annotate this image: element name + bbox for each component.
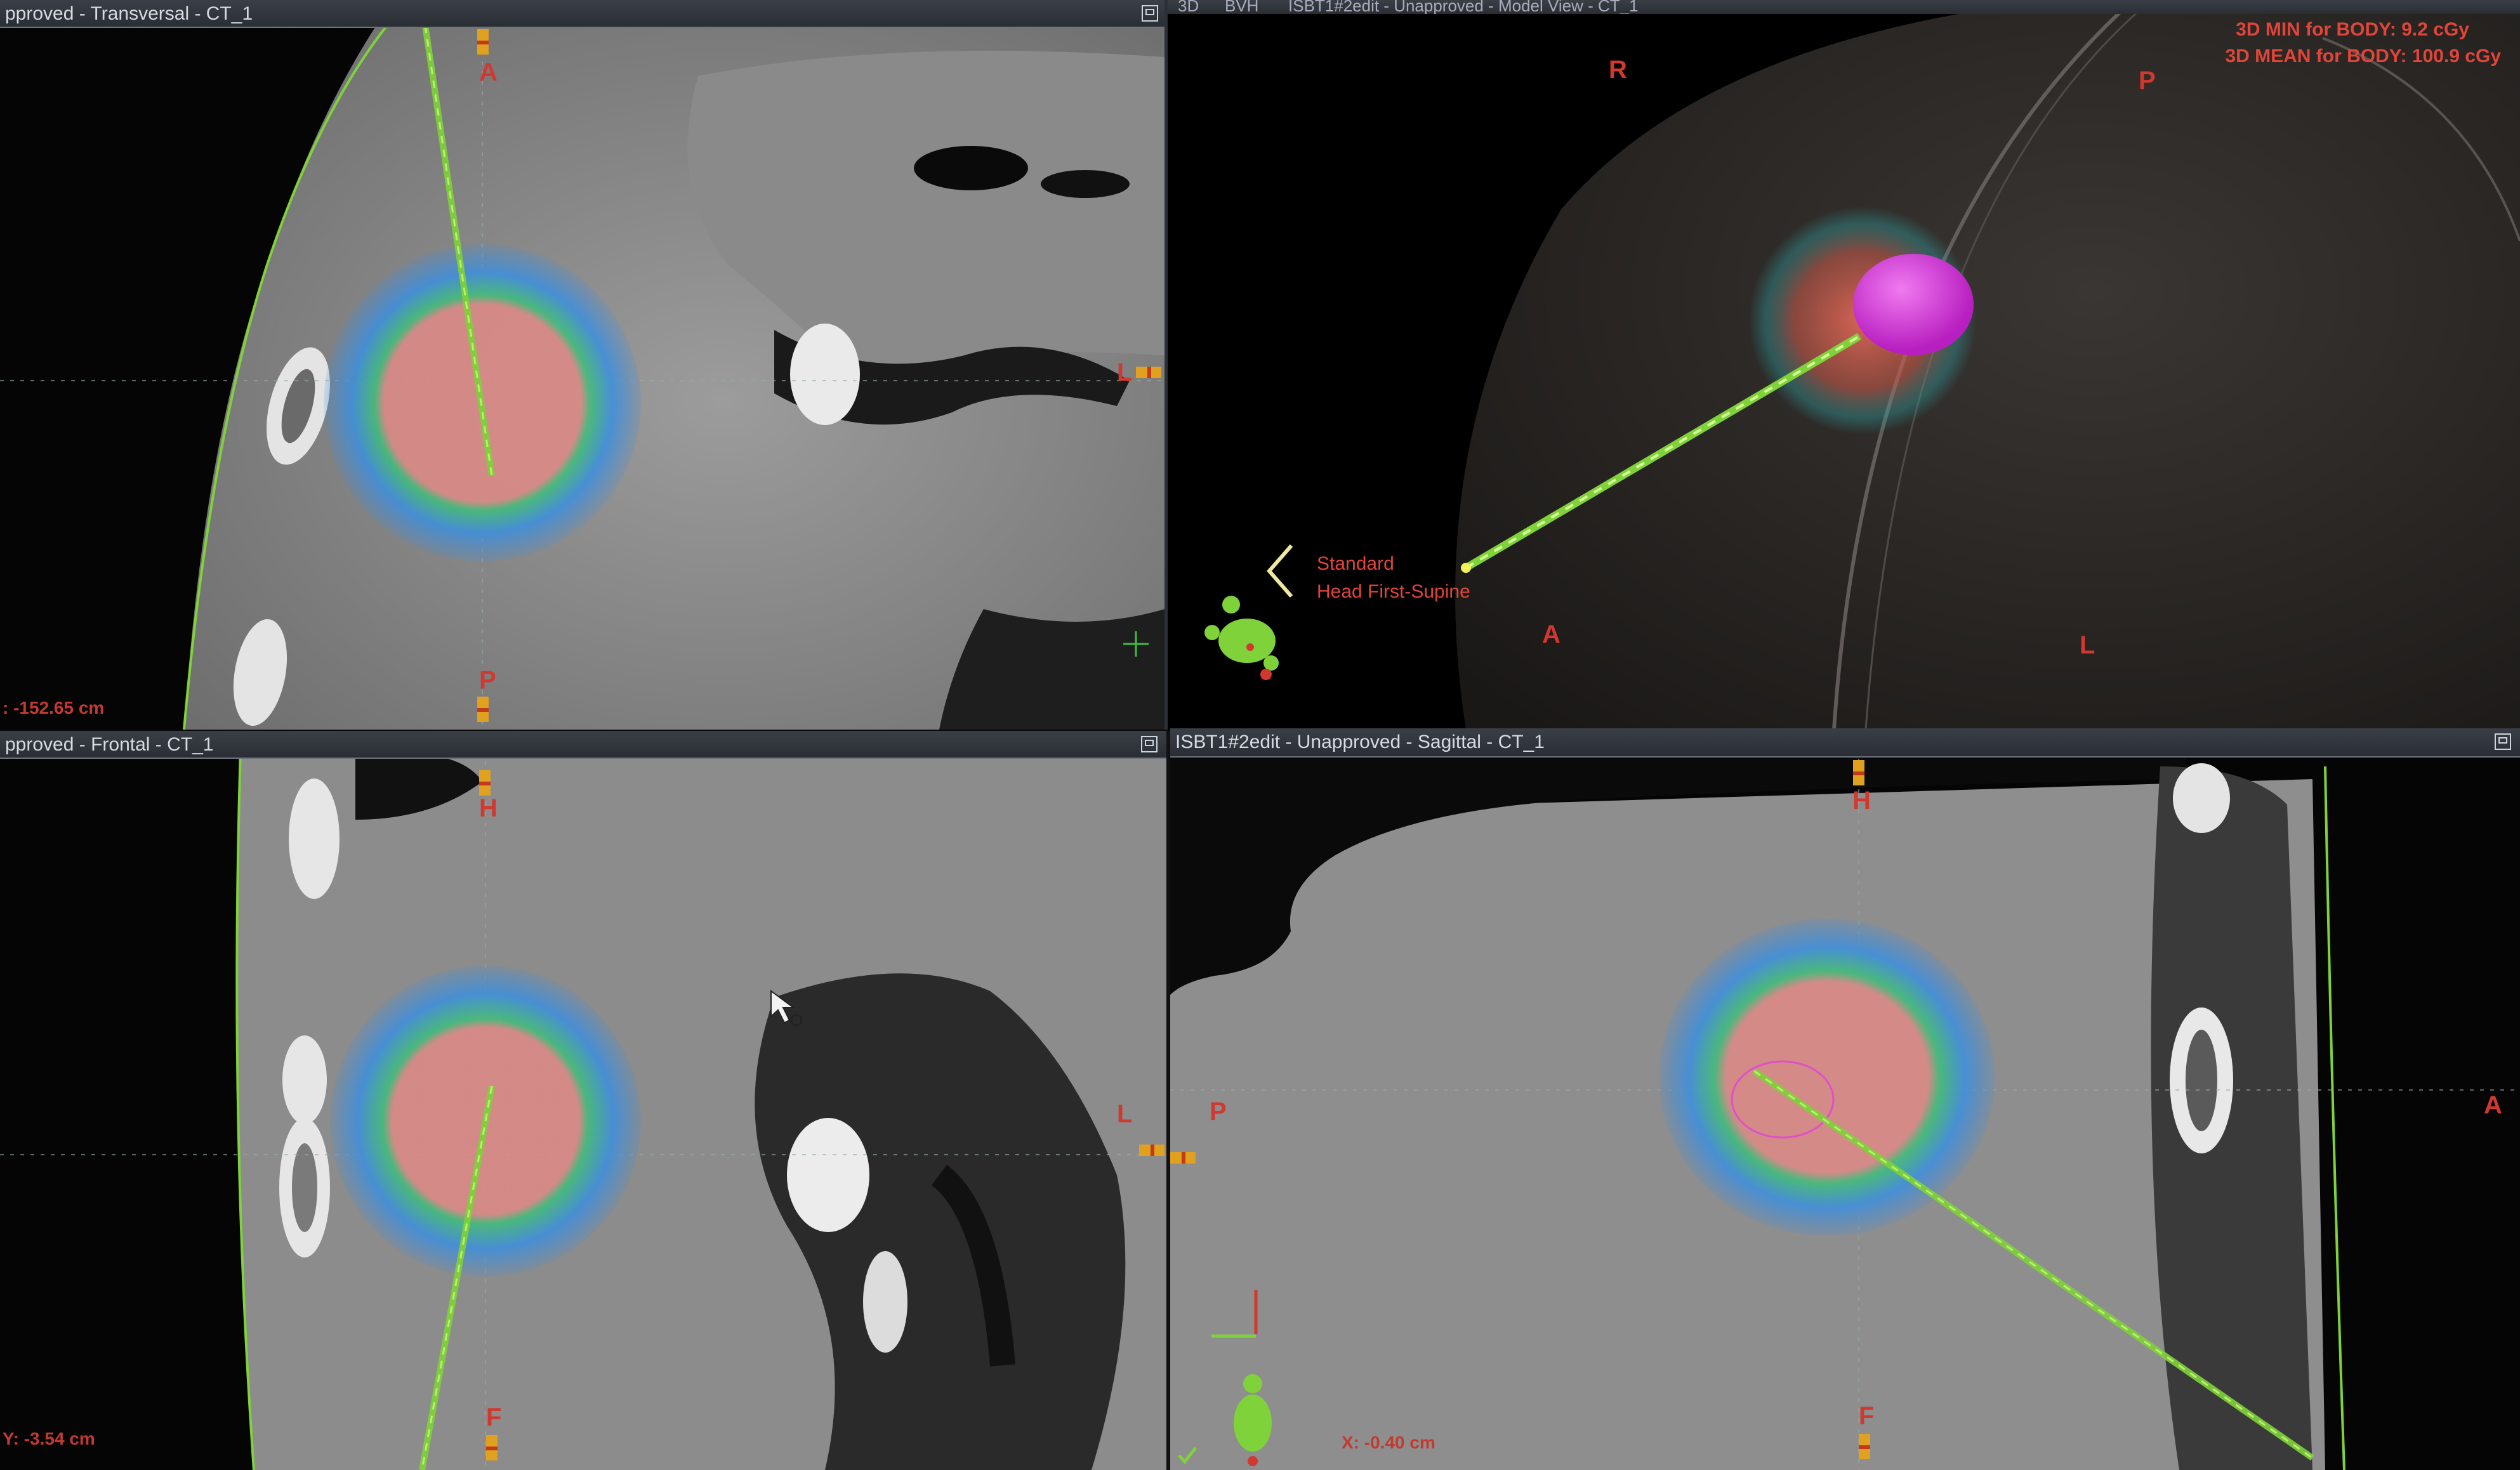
- frontal-ct-image: [0, 731, 1166, 1470]
- orient-label-right: L: [1117, 1100, 1133, 1128]
- sagittal-title: ISBT1#2edit - Unapproved - Sagittal - CT…: [1170, 728, 2520, 758]
- patient-orientation-icon: [1204, 596, 1279, 680]
- tab-bvh[interactable]: BVH: [1225, 0, 1258, 14]
- sagittal-view[interactable]: ISBT1#2edit - Unapproved - Sagittal - CT…: [1170, 728, 2520, 1470]
- orient-label-p: P: [2139, 67, 2156, 95]
- cursor-icon: [770, 990, 803, 1027]
- orient-label-bottom: P: [479, 666, 496, 694]
- sagittal-ct-image: [1170, 728, 2520, 1470]
- orientation-marker-top: [477, 29, 489, 55]
- transversal-ct-image: [0, 0, 1164, 730]
- transversal-view[interactable]: pproved - Transversal - CT_1 A P L : -15…: [0, 0, 1164, 730]
- transversal-coordinate-readout: : -152.65 cm: [3, 698, 105, 718]
- sagittal-coordinate-readout: X: -0.40 cm: [1342, 1433, 1435, 1452]
- orientation-marker-bottom: [1859, 1434, 1870, 1459]
- frontal-coordinate-readout: Y: -3.54 cm: [3, 1429, 95, 1448]
- orient-label-l: L: [2080, 631, 2095, 659]
- check-icon: [1178, 1447, 1197, 1464]
- orientation-marker-left: [1170, 1152, 1196, 1164]
- patient-position-line2: Head First-Supine: [1317, 581, 1470, 602]
- orient-label-bottom: F: [1859, 1402, 1875, 1430]
- orientation-marker-top: [1853, 760, 1864, 785]
- frontal-title: pproved - Frontal - CT_1: [0, 731, 1166, 759]
- orient-label-top: H: [1852, 787, 1871, 815]
- dose-min-stat: 3D MIN for BODY: 9.2 cGy: [2236, 19, 2469, 40]
- orient-label-top: H: [479, 794, 498, 822]
- orient-label-right: A: [2484, 1091, 2502, 1119]
- model-3d-render: [1455, 0, 2520, 730]
- frontal-view[interactable]: pproved - Frontal - CT_1 H F L Y: -3.54 …: [0, 731, 1166, 1470]
- orient-label-bottom: F: [486, 1403, 502, 1431]
- orient-label-left: P: [1210, 1098, 1227, 1125]
- patient-orientation-icon: [1234, 1374, 1272, 1466]
- orientation-axis-icon: [1267, 544, 1293, 598]
- maximize-icon[interactable]: [1141, 736, 1158, 752]
- orient-label-top: A: [479, 58, 498, 86]
- axis-indicator-icon: [1211, 1290, 1258, 1338]
- orientation-marker-bottom: [477, 697, 489, 722]
- maximize-icon[interactable]: [2495, 733, 2511, 750]
- tab-3d[interactable]: 3D: [1178, 0, 1199, 14]
- tab-model-view[interactable]: ISBT1#2edit - Unapproved - Model View - …: [1288, 0, 1639, 14]
- transversal-title: pproved - Transversal - CT_1: [0, 0, 1164, 28]
- view3d-tab-strip: 3D BVH ISBT1#2edit - Unapproved - Model …: [1168, 0, 2520, 14]
- orientation-marker-right: [1136, 367, 1161, 378]
- vertical-divider-top: [1164, 0, 1168, 730]
- crosshair-icon[interactable]: [1120, 628, 1152, 660]
- orientation-marker-right: [1139, 1145, 1164, 1156]
- dose-mean-stat: 3D MEAN for BODY: 100.9 cGy: [2225, 46, 2501, 67]
- maximize-icon[interactable]: [1142, 5, 1158, 22]
- orientation-marker-top: [479, 770, 491, 796]
- orient-label-a: A: [1542, 620, 1560, 648]
- patient-position-line1: Standard: [1317, 553, 1394, 574]
- orient-label-right: L: [1117, 358, 1133, 386]
- orient-label-r: R: [1609, 56, 1627, 84]
- model-view-3d[interactable]: 3D MIN for BODY: 9.2 cGy 3D MEAN for BOD…: [1168, 0, 2520, 730]
- orientation-marker-bottom: [486, 1435, 498, 1460]
